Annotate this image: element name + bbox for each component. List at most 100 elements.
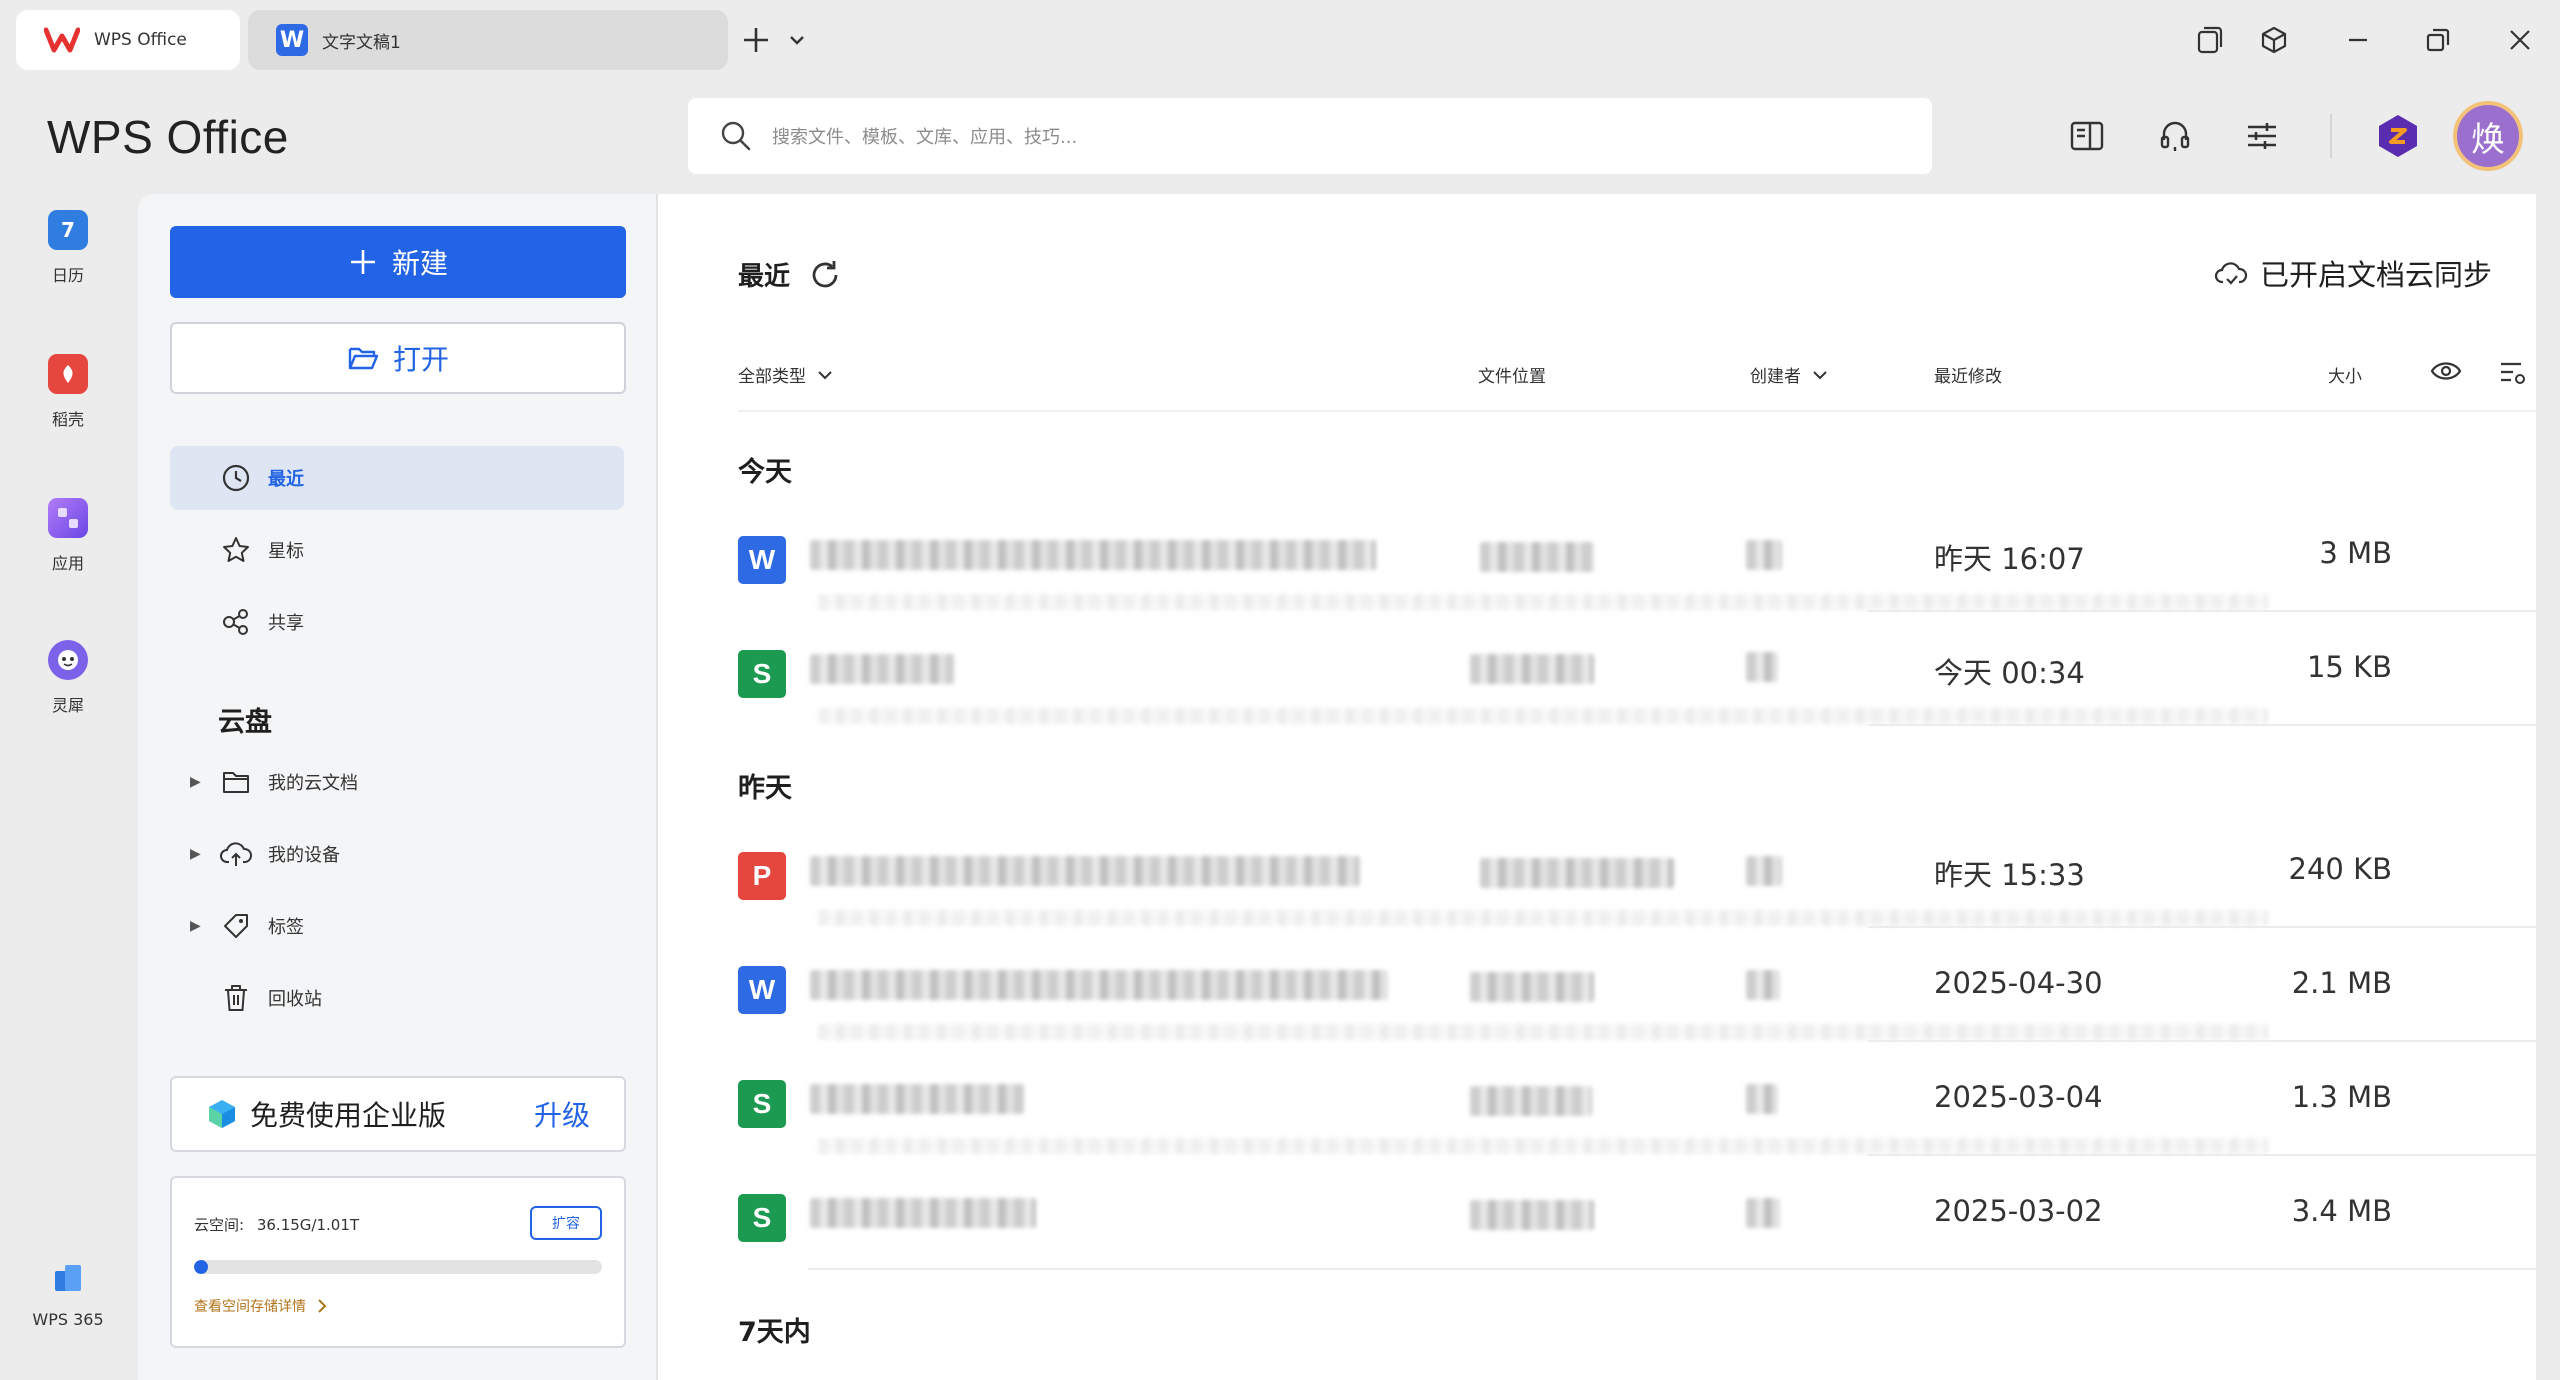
tree-item-my-cloud-docs[interactable]: ▶ 我的云文档 [190,758,358,806]
presentation-icon: P [738,852,786,900]
refresh-icon[interactable] [808,258,842,292]
open-button-label: 打开 [392,343,449,376]
chevron-down-icon[interactable] [788,31,806,49]
expand-storage-button[interactable]: 扩容 [530,1206,602,1240]
file-size: 15 KB [2306,650,2392,684]
rail-item-docer[interactable]: 稻壳 [0,354,136,430]
column-label: 全部类型 [738,367,806,387]
docer-icon [48,354,88,394]
file-row[interactable]: W 昨天 16:07 3 MB [658,498,2536,612]
filter-creator[interactable]: 创建者 [1750,362,1829,387]
group-title-yesterday: 昨天 [738,773,792,804]
expand-arrow-icon[interactable]: ▶ [190,918,210,934]
search-bar[interactable]: 搜索文件、模板、文库、应用、技巧... [688,98,1932,174]
promo-text: 免费使用企业版 [250,1099,447,1132]
file-row[interactable]: S 2025-03-04 1.3 MB [658,1042,2536,1156]
restore-icon[interactable] [2418,20,2458,60]
file-modified: 2025-03-04 [1934,1080,2103,1114]
multi-window-icon[interactable] [2190,20,2230,60]
cloud-sync-label: 已开启文档云同步 [2259,258,2492,292]
word-doc-icon: W [276,24,308,56]
sidebar-item-label: 星标 [268,541,304,562]
file-modified: 2025-04-30 [1934,966,2103,1000]
chevron-right-icon [318,1299,327,1313]
plus-icon[interactable] [740,24,772,56]
file-subtitle-redacted [818,708,2268,724]
user-avatar[interactable]: 焕 [2453,101,2523,171]
file-row[interactable]: S 今天 00:34 15 KB [658,612,2536,726]
sidebar-item-recent[interactable]: 最近 [170,446,624,510]
tree-item-my-devices[interactable]: ▶ 我的设备 [190,830,340,878]
cloud-upload-icon [218,836,254,872]
title-bar: WPS Office W 文字文稿1 [0,0,2560,80]
file-creator-redacted [1746,856,1782,886]
minimize-icon[interactable] [2338,20,2378,60]
expand-arrow-icon[interactable]: ▶ [190,846,210,862]
expand-arrow-icon[interactable]: ▶ [190,774,210,790]
eye-icon[interactable] [2430,358,2462,384]
cloud-sync-status[interactable]: 已开启文档云同步 [2214,252,2492,294]
folder-icon [218,764,254,800]
column-label: 最近修改 [1934,367,2002,387]
trash-icon [218,980,254,1016]
tree-item-tags[interactable]: ▶ 标签 [190,902,304,950]
word-doc-icon: W [738,536,786,584]
file-location-redacted [1470,1086,1592,1116]
rail-label: 灵犀 [51,696,84,715]
calendar-icon: 7 [48,210,88,250]
file-creator-redacted [1746,970,1780,1000]
new-tab-controls [740,20,806,60]
spreadsheet-icon: S [738,650,786,698]
rail-item-lingxi[interactable]: 灵犀 [0,640,136,716]
tree-item-recycle-bin[interactable]: 回收站 [190,974,322,1022]
cube-icon[interactable] [2254,20,2294,60]
file-modified: 2025-03-02 [1934,1194,2103,1228]
rail-item-wps365[interactable]: WPS 365 [0,1258,136,1329]
column-settings-icon[interactable] [2498,358,2528,388]
upgrade-link[interactable]: 升级 [534,1094,590,1134]
storage-details-link[interactable]: 查看空间存储详情 [194,1296,328,1316]
file-size: 240 KB [2288,852,2392,886]
storage-progress-bar [194,1260,602,1274]
sidebar-item-shared[interactable]: 共享 [170,590,624,654]
open-button[interactable]: 打开 [170,322,626,394]
enterprise-promo[interactable]: 免费使用企业版 升级 [170,1076,626,1152]
rail-item-apps[interactable]: 应用 [0,498,136,574]
cloud-sync-icon [2214,262,2248,285]
column-header-location: 文件位置 [1478,362,1546,387]
storage-details-label: 查看空间存储详情 [194,1299,306,1315]
rail-item-calendar[interactable]: 7 日历 [0,210,136,286]
headset-icon[interactable] [2151,112,2199,160]
wps365-icon [48,1258,88,1298]
file-subtitle-redacted [818,1138,2268,1154]
file-subtitle-redacted [818,594,2268,610]
column-label: 大小 [2328,367,2362,387]
tree-item-label: 我的云文档 [268,773,358,794]
apps-icon [48,498,88,538]
rail-label: WPS 365 [32,1310,104,1329]
wps-ai-badge-icon[interactable] [2374,112,2422,160]
storage-usage: 云空间: 36.15G/1.01T [194,1214,359,1235]
tree-item-label: 回收站 [268,989,322,1010]
column-label: 创建者 [1750,367,1801,387]
storage-card: 云空间: 36.15G/1.01T 扩容 查看空间存储详情 [170,1176,626,1348]
storage-label: 云空间: [194,1216,245,1234]
split-view-icon[interactable] [2063,112,2111,160]
tab-wps-home[interactable]: WPS Office [16,10,240,70]
file-creator-redacted [1746,1084,1778,1114]
group-title-today: 今天 [738,457,792,488]
sidebar-item-starred[interactable]: 星标 [170,518,624,582]
file-row[interactable]: W 2025-04-30 2.1 MB [658,928,2536,1042]
column-header-modified: 最近修改 [1934,362,2002,387]
rail-label: 应用 [51,554,84,573]
filter-all-types[interactable]: 全部类型 [738,362,834,387]
sidebar-item-label: 共享 [268,613,304,634]
file-row[interactable]: P 昨天 15:33 240 KB [658,814,2536,928]
file-row[interactable]: S 2025-03-02 3.4 MB [658,1156,2536,1270]
new-button[interactable]: 新建 [170,226,626,298]
tab-document[interactable]: W 文字文稿1 [248,10,728,70]
rail-label: 稻壳 [51,410,84,429]
close-icon[interactable] [2500,20,2540,60]
file-creator-redacted [1746,652,1778,682]
settings-sliders-icon[interactable] [2238,112,2286,160]
